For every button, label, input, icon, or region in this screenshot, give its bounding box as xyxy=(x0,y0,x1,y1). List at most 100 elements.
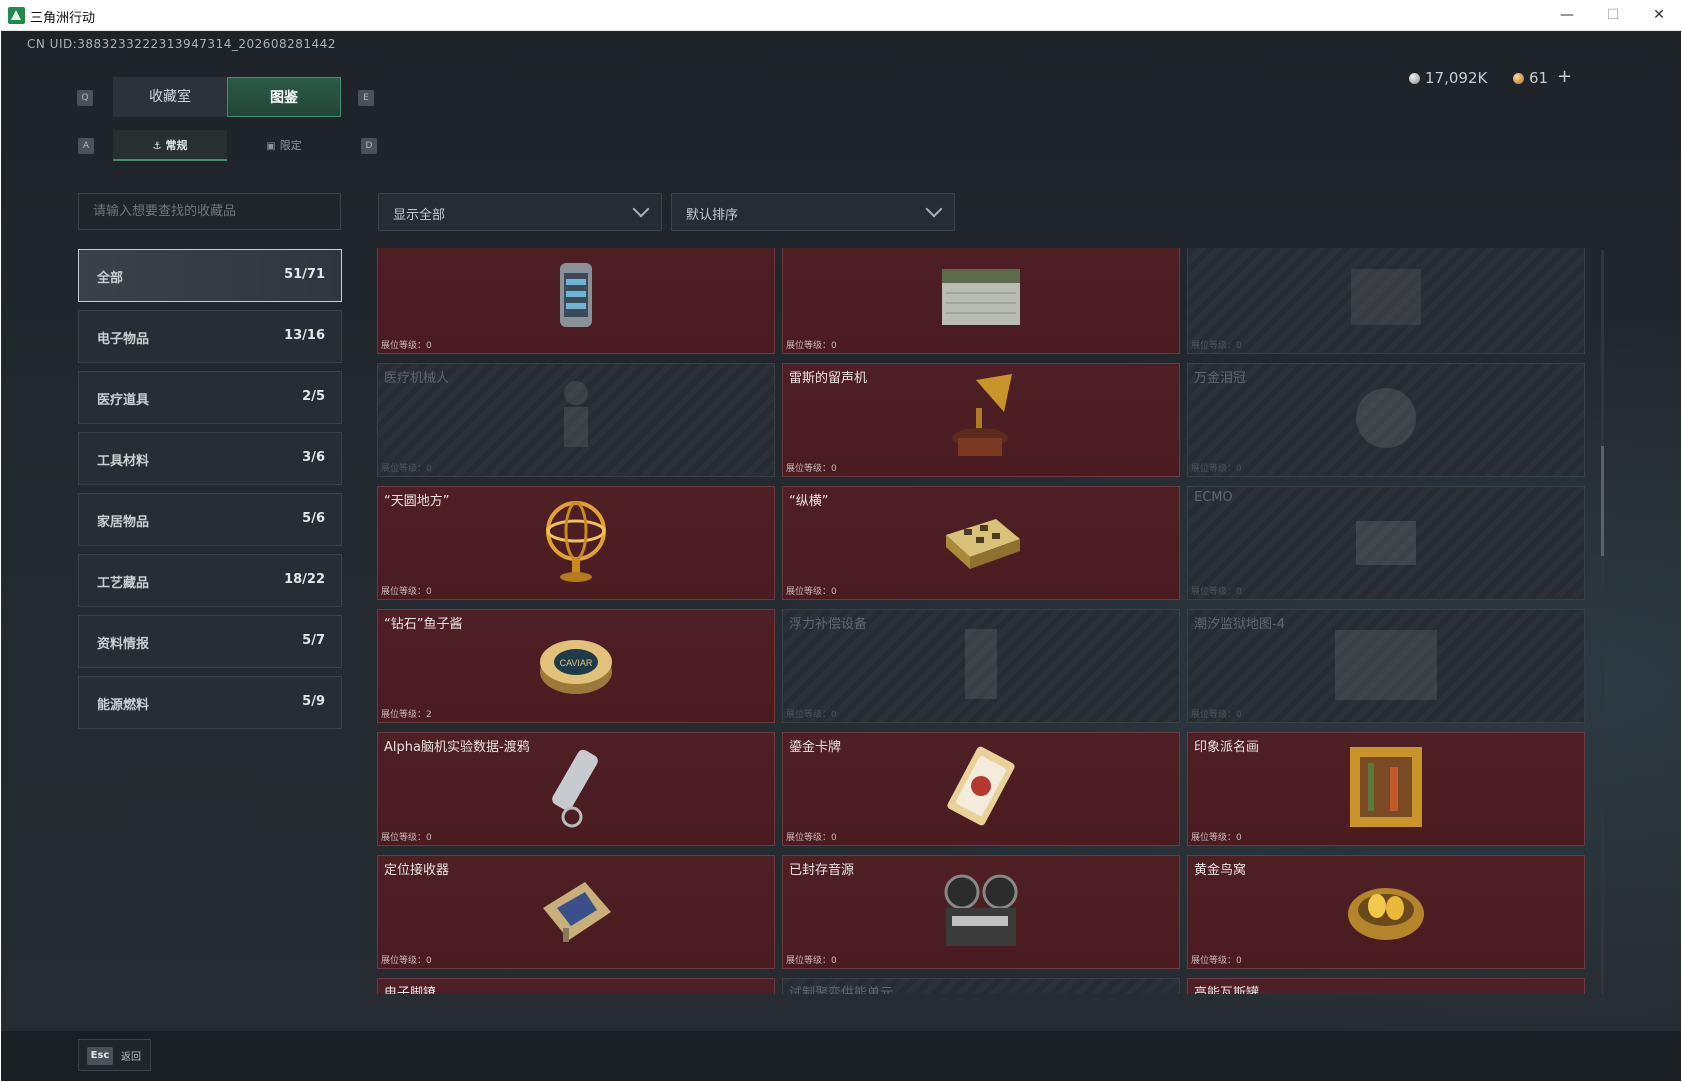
collection-item-card[interactable]: 定位接收器 展位等级：0 xyxy=(377,855,775,969)
category-count: 51/71 xyxy=(284,267,325,282)
collection-item-card[interactable]: 雷斯的留声机 展位等级：0 xyxy=(782,363,1180,477)
display-level: 展位等级：0 xyxy=(1191,338,1242,351)
collection-item-card[interactable]: 展位等级：0 xyxy=(782,248,1180,354)
search-input[interactable] xyxy=(79,194,340,229)
display-level-value: 0 xyxy=(831,833,837,843)
collection-item-card[interactable]: “天圆地方” 展位等级：0 xyxy=(377,486,775,600)
window-titlebar: 三角洲行动 — ☐ ✕ xyxy=(0,0,1682,31)
collection-item-card[interactable]: 医疗机械人 展位等级：0 xyxy=(377,363,775,477)
collection-item-card[interactable]: 万金泪冠 展位等级：0 xyxy=(1187,363,1585,477)
search-box xyxy=(78,193,341,230)
subtab-regular[interactable]: ⚓ 常规 xyxy=(113,130,227,161)
collection-item-card[interactable]: 试制聚变供能单元展位等级：0 xyxy=(782,978,1180,994)
window-title: 三角洲行动 xyxy=(30,11,96,26)
maximize-button[interactable]: ☐ xyxy=(1590,0,1636,31)
bottom-bar xyxy=(1,1031,1681,1081)
collection-item-card[interactable]: 鎏金卡牌 展位等级：0 xyxy=(782,732,1180,846)
display-level: 展位等级：0 xyxy=(1191,830,1242,843)
gold-coin-icon xyxy=(1513,73,1524,84)
minimize-button[interactable]: — xyxy=(1544,0,1590,31)
silver-coin-icon xyxy=(1409,73,1420,84)
map-icon xyxy=(1331,624,1441,708)
display-level-value: 0 xyxy=(831,956,837,966)
collection-item-card[interactable]: Alpha脑机实验数据-渡鸦展位等级：0 xyxy=(377,732,775,846)
collection-grid: 展位等级：0 展位等级：0 展位等级：0 医疗机械人 展位等级：0 雷斯的留声机 展位等级：… xyxy=(377,248,1593,994)
display-level-value: 0 xyxy=(831,464,837,474)
collection-item-card[interactable]: 已封存音源 展位等级：0 xyxy=(782,855,1180,969)
collection-item-card[interactable]: “钻石”鱼子酱 CAVIAR 展位等级：2 xyxy=(377,609,775,723)
collection-item-card[interactable]: 展位等级：0 xyxy=(1187,248,1585,354)
category-energy[interactable]: 能源燃料 5/9 xyxy=(78,676,342,729)
key-hint-d: D xyxy=(361,138,377,154)
close-button[interactable]: ✕ xyxy=(1636,0,1682,31)
display-level-value: 0 xyxy=(1236,956,1242,966)
limited-icon: ▣ xyxy=(266,141,276,152)
display-level: 展位等级：0 xyxy=(381,584,432,597)
subtab-limited[interactable]: ▣ 限定 xyxy=(227,130,341,161)
collection-item-card[interactable]: 高能瓦斯罐展位等级：0 xyxy=(1187,978,1585,994)
category-intel[interactable]: 资料情报 5/7 xyxy=(78,615,342,668)
display-level-prefix: 展位等级： xyxy=(786,710,832,720)
category-household[interactable]: 家居物品 5/6 xyxy=(78,493,342,546)
add-currency-button[interactable]: + xyxy=(1557,66,1572,87)
display-level-prefix: 展位等级： xyxy=(381,464,427,474)
buoyancy-device-icon xyxy=(951,619,1011,713)
collection-item-card[interactable]: 电子脚镣展位等级：0 xyxy=(377,978,775,994)
display-level-prefix: 展位等级： xyxy=(1191,710,1237,720)
display-level-prefix: 展位等级： xyxy=(381,833,427,843)
data-cylinder-icon xyxy=(536,745,616,833)
item-name: 万金泪冠 xyxy=(1194,371,1247,386)
category-crafts[interactable]: 工艺藏品 18/22 xyxy=(78,554,342,607)
item-name: 鎏金卡牌 xyxy=(789,740,842,755)
robot-icon xyxy=(546,373,606,467)
tab-collection-room[interactable]: 收藏室 xyxy=(113,77,227,117)
item-name: 高能瓦斯罐 xyxy=(1194,986,1260,994)
collection-item-card[interactable]: 黄金鸟窝展位等级：0 xyxy=(1187,855,1585,969)
display-level-value: 0 xyxy=(426,833,432,843)
collection-item-card[interactable]: 浮力补偿设备 展位等级：0 xyxy=(782,609,1180,723)
collection-item-card[interactable]: 印象派名画 展位等级：0 xyxy=(1187,732,1585,846)
category-label: 能源燃料 xyxy=(97,698,150,713)
tab-catalog[interactable]: 图鉴 xyxy=(227,77,341,117)
display-level-value: 0 xyxy=(426,956,432,966)
category-count: 2/5 xyxy=(302,389,325,404)
collection-item-card[interactable]: “纵横” 展位等级：0 xyxy=(782,486,1180,600)
military-crate-icon xyxy=(936,259,1026,335)
display-filter-value: 显示全部 xyxy=(393,208,446,223)
caviar-tin-icon: CAVIAR xyxy=(536,628,616,704)
display-level-prefix: 展位等级： xyxy=(1191,341,1237,351)
item-name: 已封存音源 xyxy=(789,863,855,878)
back-button[interactable]: Esc 返回 xyxy=(78,1039,151,1071)
display-level-value: 2 xyxy=(426,710,432,720)
item-name: 黄金鸟窝 xyxy=(1194,863,1247,878)
category-medical[interactable]: 医疗道具 2/5 xyxy=(78,371,342,424)
scroll-thumb[interactable] xyxy=(1601,446,1604,556)
golden-nest-icon xyxy=(1343,868,1429,956)
collection-item-card[interactable]: 潮汐监狱地图-4 展位等级：0 xyxy=(1187,609,1585,723)
category-all[interactable]: 全部 51/71 xyxy=(78,249,342,302)
display-level: 展位等级：0 xyxy=(381,338,432,351)
collection-item-card[interactable]: 展位等级：0 xyxy=(377,248,775,354)
item-name: Alpha脑机实验数据-渡鸦 xyxy=(384,740,530,755)
display-level: 展位等级：0 xyxy=(381,953,432,966)
display-level: 展位等级：0 xyxy=(786,707,837,720)
sort-dropdown[interactable]: 默认排序 xyxy=(671,193,955,231)
display-level-value: 0 xyxy=(1236,341,1242,351)
gilded-card-icon xyxy=(936,745,1026,833)
category-tools[interactable]: 工具材料 3/6 xyxy=(78,432,342,485)
category-electronics[interactable]: 电子物品 13/16 xyxy=(78,310,342,363)
grid-scrollbar[interactable] xyxy=(1601,250,1604,994)
item-name: “钻石”鱼子酱 xyxy=(384,617,463,632)
category-label: 家居物品 xyxy=(97,515,150,530)
category-label: 工艺藏品 xyxy=(97,576,150,591)
silver-currency: 17,092K xyxy=(1409,69,1487,87)
display-level: 展位等级：0 xyxy=(1191,953,1242,966)
display-filter-dropdown[interactable]: 显示全部 xyxy=(378,193,662,231)
key-hint-q: Q xyxy=(77,90,93,106)
crate-icon xyxy=(1341,259,1431,335)
key-hint-e: E xyxy=(358,90,374,106)
framed-painting-icon xyxy=(1346,743,1426,835)
display-level-prefix: 展位等级： xyxy=(1191,956,1237,966)
collection-item-card[interactable]: ECMO 展位等级：0 xyxy=(1187,486,1585,600)
display-level-prefix: 展位等级： xyxy=(1191,833,1237,843)
